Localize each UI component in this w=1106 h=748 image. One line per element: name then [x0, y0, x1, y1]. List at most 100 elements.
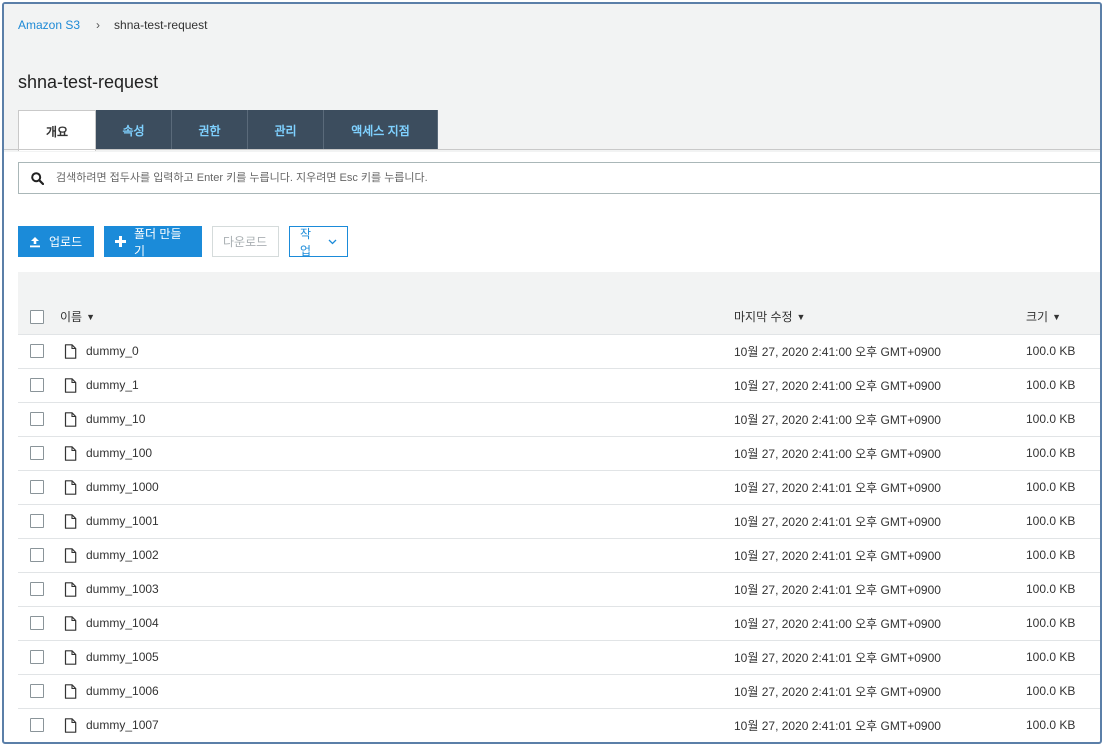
row-size-cell: 100.0 KB: [1026, 402, 1100, 437]
actions-dropdown-label: 작업: [300, 226, 312, 258]
table-row[interactable]: dummy_1001 10월 27, 2020 2:41:01 오후 GMT+09…: [18, 504, 1100, 539]
tab-bar: 개요 속성 권한 관리 액세스 지점: [18, 110, 438, 151]
upload-button-label: 업로드: [49, 235, 83, 249]
row-checkbox[interactable]: [30, 378, 44, 393]
table-row[interactable]: dummy_0 10월 27, 2020 2:41:00 오후 GMT+0900 1…: [18, 334, 1100, 369]
tab-access-points[interactable]: 액세스 지점: [324, 110, 438, 150]
file-icon: [64, 445, 77, 461]
object-name-link[interactable]: dummy_10: [86, 412, 145, 426]
actions-dropdown[interactable]: 작업: [289, 226, 348, 258]
row-select-cell: [18, 538, 58, 573]
breadcrumb: Amazon S3 › shna-test-request: [18, 18, 207, 32]
download-button[interactable]: 다운로드: [212, 226, 279, 257]
row-checkbox[interactable]: [30, 684, 44, 699]
object-name-link[interactable]: dummy_1: [86, 378, 139, 392]
row-select-cell: [18, 606, 58, 641]
row-checkbox[interactable]: [30, 480, 44, 495]
sort-caret-icon: ▼: [1052, 311, 1062, 322]
row-name-cell: dummy_1004: [58, 606, 734, 641]
search-input[interactable]: [56, 172, 956, 184]
name-column-header[interactable]: 이름 ▼: [58, 300, 734, 335]
row-checkbox[interactable]: [30, 616, 44, 631]
table-row[interactable]: dummy_1000 10월 27, 2020 2:41:01 오후 GMT+09…: [18, 470, 1100, 505]
file-icon: [64, 717, 77, 733]
table-row[interactable]: dummy_1002 10월 27, 2020 2:41:01 오후 GMT+09…: [18, 538, 1100, 573]
object-name-link[interactable]: dummy_1002: [86, 548, 159, 562]
page-title: shna-test-request: [18, 72, 159, 92]
row-size-cell: 100.0 KB: [1026, 674, 1100, 709]
search-bar[interactable]: [18, 162, 1100, 194]
file-icon: [64, 343, 77, 359]
object-name-link[interactable]: dummy_100: [86, 446, 152, 460]
row-checkbox[interactable]: [30, 582, 44, 597]
select-all-checkbox[interactable]: [30, 310, 44, 325]
header-area: Amazon S3 › shna-test-request shna-test-…: [4, 4, 1100, 152]
row-name-cell: dummy_1002: [58, 538, 734, 573]
row-select-cell: [18, 504, 58, 539]
object-name-link[interactable]: dummy_1001: [86, 514, 159, 528]
row-select-cell: [18, 708, 58, 742]
table-row[interactable]: dummy_1006 10월 27, 2020 2:41:01 오후 GMT+09…: [18, 674, 1100, 709]
row-modified-cell: 10월 27, 2020 2:41:01 오후 GMT+0900: [734, 674, 1026, 709]
object-name-link[interactable]: dummy_1007: [86, 718, 159, 732]
tab-management[interactable]: 관리: [248, 110, 324, 150]
row-size-cell: 100.0 KB: [1026, 436, 1100, 471]
row-size-cell: 100.0 KB: [1026, 708, 1100, 742]
file-icon: [64, 581, 77, 597]
tab-overview[interactable]: 개요: [18, 110, 96, 151]
row-name-cell: dummy_100: [58, 436, 734, 471]
object-name-link[interactable]: dummy_1004: [86, 616, 159, 630]
row-select-cell: [18, 470, 58, 505]
tab-properties[interactable]: 속성: [96, 110, 172, 150]
table-row[interactable]: dummy_1 10월 27, 2020 2:41:00 오후 GMT+0900 1…: [18, 368, 1100, 403]
table-row[interactable]: dummy_100 10월 27, 2020 2:41:00 오후 GMT+090…: [18, 436, 1100, 471]
create-folder-button[interactable]: 폴더 만들기: [104, 226, 202, 258]
toolbar: 업로드 폴더 만들기 다운로드 작업: [18, 226, 358, 258]
table-row[interactable]: dummy_1007 10월 27, 2020 2:41:01 오후 GMT+09…: [18, 708, 1100, 742]
row-name-cell: dummy_1003: [58, 572, 734, 607]
table-header-row: 이름 ▼ 마지막 수정 ▼ 크기 ▼: [18, 300, 1100, 335]
select-all-cell: [18, 300, 58, 335]
table-row[interactable]: dummy_1004 10월 27, 2020 2:41:00 오후 GMT+09…: [18, 606, 1100, 641]
row-checkbox[interactable]: [30, 344, 44, 359]
row-checkbox[interactable]: [30, 650, 44, 665]
object-name-link[interactable]: dummy_1005: [86, 650, 159, 664]
row-select-cell: [18, 402, 58, 437]
row-checkbox[interactable]: [30, 718, 44, 733]
row-modified-cell: 10월 27, 2020 2:41:01 오후 GMT+0900: [734, 504, 1026, 539]
row-size-cell: 100.0 KB: [1026, 334, 1100, 369]
file-icon: [64, 649, 77, 665]
tab-permissions[interactable]: 권한: [172, 110, 248, 150]
create-folder-button-label: 폴더 만들기: [134, 226, 182, 258]
table-row[interactable]: dummy_1003 10월 27, 2020 2:41:01 오후 GMT+09…: [18, 572, 1100, 607]
download-button-label: 다운로드: [223, 235, 268, 249]
file-icon: [64, 479, 77, 495]
row-size-cell: 100.0 KB: [1026, 504, 1100, 539]
row-modified-cell: 10월 27, 2020 2:41:00 오후 GMT+0900: [734, 606, 1026, 641]
table-row[interactable]: dummy_1005 10월 27, 2020 2:41:01 오후 GMT+09…: [18, 640, 1100, 675]
object-name-link[interactable]: dummy_0: [86, 344, 139, 358]
object-name-link[interactable]: dummy_1006: [86, 684, 159, 698]
sort-caret-icon: ▼: [86, 311, 96, 322]
s3-console-window: Amazon S3 › shna-test-request shna-test-…: [2, 2, 1102, 744]
row-checkbox[interactable]: [30, 514, 44, 529]
row-checkbox[interactable]: [30, 446, 44, 461]
row-size-cell: 100.0 KB: [1026, 606, 1100, 641]
row-size-cell: 100.0 KB: [1026, 470, 1100, 505]
size-column-header[interactable]: 크기 ▼: [1026, 300, 1100, 335]
object-name-link[interactable]: dummy_1003: [86, 582, 159, 596]
breadcrumb-amazon-s3-link[interactable]: Amazon S3: [18, 18, 80, 32]
row-checkbox[interactable]: [30, 548, 44, 563]
modified-column-header[interactable]: 마지막 수정 ▼: [734, 300, 1026, 335]
row-name-cell: dummy_1005: [58, 640, 734, 675]
chevron-down-icon: [328, 239, 337, 245]
table-row[interactable]: dummy_10 10월 27, 2020 2:41:00 오후 GMT+0900…: [18, 402, 1100, 437]
object-name-link[interactable]: dummy_1000: [86, 480, 159, 494]
row-checkbox[interactable]: [30, 412, 44, 427]
row-name-cell: dummy_1000: [58, 470, 734, 505]
row-select-cell: [18, 572, 58, 607]
size-header-label: 크기: [1026, 310, 1049, 325]
sort-caret-icon: ▼: [796, 311, 806, 322]
row-modified-cell: 10월 27, 2020 2:41:01 오후 GMT+0900: [734, 572, 1026, 607]
upload-button[interactable]: 업로드: [18, 226, 94, 257]
